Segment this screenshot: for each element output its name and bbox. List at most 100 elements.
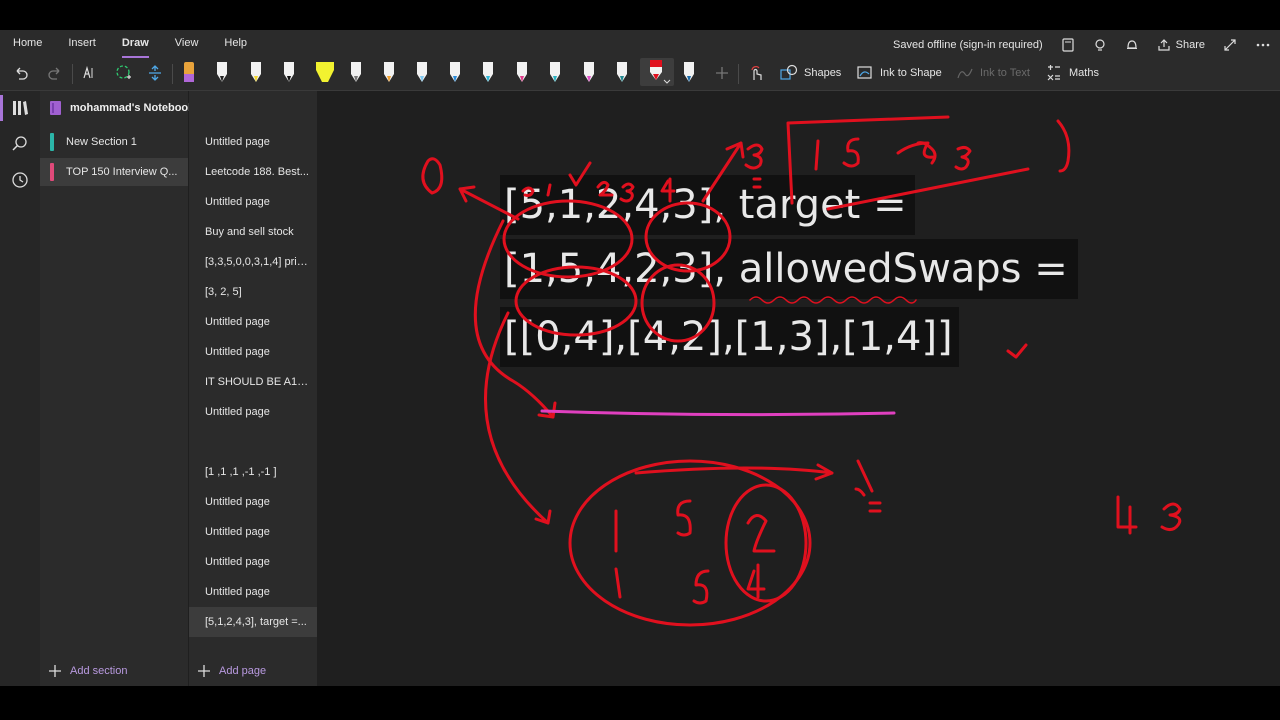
page-title: Leetcode 188. Best...: [205, 166, 309, 178]
section-item[interactable]: New Section 1: [40, 128, 188, 156]
page-title: Untitled page: [205, 556, 270, 568]
page-item[interactable]: Untitled page: [189, 547, 317, 577]
section-label: New Section 1: [66, 136, 137, 148]
pen-magenta-icon[interactable]: [581, 58, 597, 86]
pen-lightblue-icon[interactable]: [414, 58, 430, 86]
pen-red-selected-icon[interactable]: [640, 58, 674, 86]
more-options-icon[interactable]: [1246, 38, 1280, 52]
section-color-bar: [50, 133, 54, 151]
plus-icon: [198, 665, 210, 677]
tab-insert[interactable]: Insert: [55, 34, 109, 56]
page-title: Untitled page: [205, 316, 270, 328]
section-color-bar: [50, 163, 54, 181]
pen-black-icon[interactable]: [281, 58, 297, 86]
pen-blue-icon[interactable]: [447, 58, 463, 86]
pink-ink-underline: [540, 409, 896, 417]
page-title: Untitled page: [205, 196, 270, 208]
ribbon-status-area: Saved offline (sign-in required) Share: [884, 34, 1280, 56]
page-item[interactable]: Untitled page: [189, 517, 317, 547]
page-item[interactable]: [3, 2, 5]: [189, 277, 317, 307]
share-label: Share: [1175, 39, 1205, 51]
share-button[interactable]: Share: [1148, 38, 1214, 52]
tab-view[interactable]: View: [162, 34, 212, 56]
pen-teal-icon[interactable]: [547, 58, 563, 86]
lightbulb-icon[interactable]: [1084, 38, 1116, 52]
notebook-icon[interactable]: [1052, 38, 1084, 52]
page-item[interactable]: Buy and sell stock: [189, 217, 317, 247]
pen-yellow-icon[interactable]: [248, 58, 264, 86]
page-canvas[interactable]: [5,1,2,4,3], target = [1,5,4,2,3], allow…: [318, 91, 1280, 686]
page-title: [5,1,2,4,3], target =...: [205, 616, 307, 628]
share-icon: [1158, 39, 1170, 51]
ink-to-shape-label: Ink to Shape: [880, 67, 942, 79]
pen-navy-icon[interactable]: [681, 58, 697, 86]
bell-icon[interactable]: [1116, 38, 1148, 52]
typed-line-1[interactable]: [5,1,2,4,3], target =: [500, 175, 915, 235]
pen-cyan-icon[interactable]: [480, 58, 496, 86]
page-title: Untitled page: [205, 586, 270, 598]
add-page-button[interactable]: Add page: [197, 664, 266, 678]
pen-gray-icon[interactable]: [348, 58, 364, 86]
typed-line-2[interactable]: [1,5,4,2,3], allowedSwaps =: [500, 239, 1078, 299]
pen-orange-icon[interactable]: [381, 58, 397, 86]
maths-button[interactable]: Maths: [1045, 58, 1099, 88]
page-item[interactable]: [189, 427, 317, 457]
page-title: Untitled page: [205, 406, 270, 418]
page-item[interactable]: [5,1,2,4,3], target =...: [189, 607, 317, 637]
tab-draw[interactable]: Draw: [109, 34, 162, 58]
page-item[interactable]: Untitled page: [189, 397, 317, 427]
expand-icon[interactable]: [1214, 38, 1246, 52]
redo-icon[interactable]: [44, 58, 66, 88]
recent-icon[interactable]: [0, 163, 40, 197]
shapes-button[interactable]: Shapes: [780, 58, 841, 88]
page-item[interactable]: IT SHOULD BE A1<...: [189, 367, 317, 397]
shapes-icon: [780, 64, 798, 80]
undo-icon[interactable]: [10, 58, 32, 88]
page-item[interactable]: Untitled page: [189, 307, 317, 337]
typed-line-3[interactable]: [[0,4],[4,2],[1,3],[1,4]]: [500, 307, 959, 367]
notebook-name: mohammad's Notebook: [70, 102, 195, 114]
section-label: TOP 150 Interview Q...: [66, 166, 178, 178]
shapes-label: Shapes: [804, 67, 842, 79]
pen-darkteal-icon[interactable]: [614, 58, 630, 86]
pen-pink-icon[interactable]: [514, 58, 530, 86]
add-section-label: Add section: [70, 665, 128, 677]
ink-to-text-button[interactable]: Ink to Text: [956, 58, 1030, 88]
page-item[interactable]: [3,3,5,0,0,3,1,4] prices: [189, 247, 317, 277]
page-item[interactable]: Leetcode 188. Best...: [189, 157, 317, 187]
ink-to-shape-button[interactable]: Ink to Shape: [856, 58, 942, 88]
page-item[interactable]: Untitled page: [189, 127, 317, 157]
add-pen-icon[interactable]: [712, 58, 732, 88]
page-item[interactable]: Untitled page: [189, 187, 317, 217]
pen-white-icon[interactable]: [214, 58, 230, 86]
tab-home[interactable]: Home: [0, 34, 55, 56]
lasso-select-icon[interactable]: [112, 58, 134, 88]
section-item[interactable]: TOP 150 Interview Q...: [40, 158, 188, 186]
app-nav-rail: [0, 91, 40, 686]
page-item[interactable]: Untitled page: [189, 577, 317, 607]
type-select-icon[interactable]: [78, 58, 100, 88]
touch-draw-icon[interactable]: [746, 58, 768, 88]
sections-pane: mohammad's Notebook New Section 1 TOP 15…: [40, 91, 303, 686]
page-item[interactable]: Untitled page: [189, 337, 317, 367]
tab-help[interactable]: Help: [211, 34, 260, 56]
notebooks-icon[interactable]: [0, 91, 40, 125]
search-icon[interactable]: [0, 127, 40, 161]
toolbar-divider: [72, 64, 73, 84]
add-space-icon[interactable]: [144, 58, 166, 88]
page-title: Untitled page: [205, 496, 270, 508]
notebook-purple-icon: [50, 101, 61, 115]
page-title: [3,3,5,0,0,3,1,4] prices: [205, 256, 309, 268]
page-item[interactable]: [1 ,1 ,1 ,-1 ,-1 ]: [189, 457, 317, 487]
page-item[interactable]: Untitled page: [189, 487, 317, 517]
highlighter-yellow-icon[interactable]: [314, 58, 336, 86]
eraser-icon[interactable]: [181, 58, 197, 86]
add-section-button[interactable]: Add section: [48, 664, 127, 678]
plus-icon: [49, 665, 61, 677]
ribbon: Home Insert Draw View Help Saved offline…: [0, 30, 1280, 91]
page-title: Buy and sell stock: [205, 226, 294, 238]
maths-label: Maths: [1069, 67, 1099, 79]
page-title: [3, 2, 5]: [205, 286, 242, 298]
sync-status: Saved offline (sign-in required): [893, 39, 1043, 51]
draw-toolbar: Shapes Ink to Shape Ink to Text Maths: [0, 58, 1280, 90]
